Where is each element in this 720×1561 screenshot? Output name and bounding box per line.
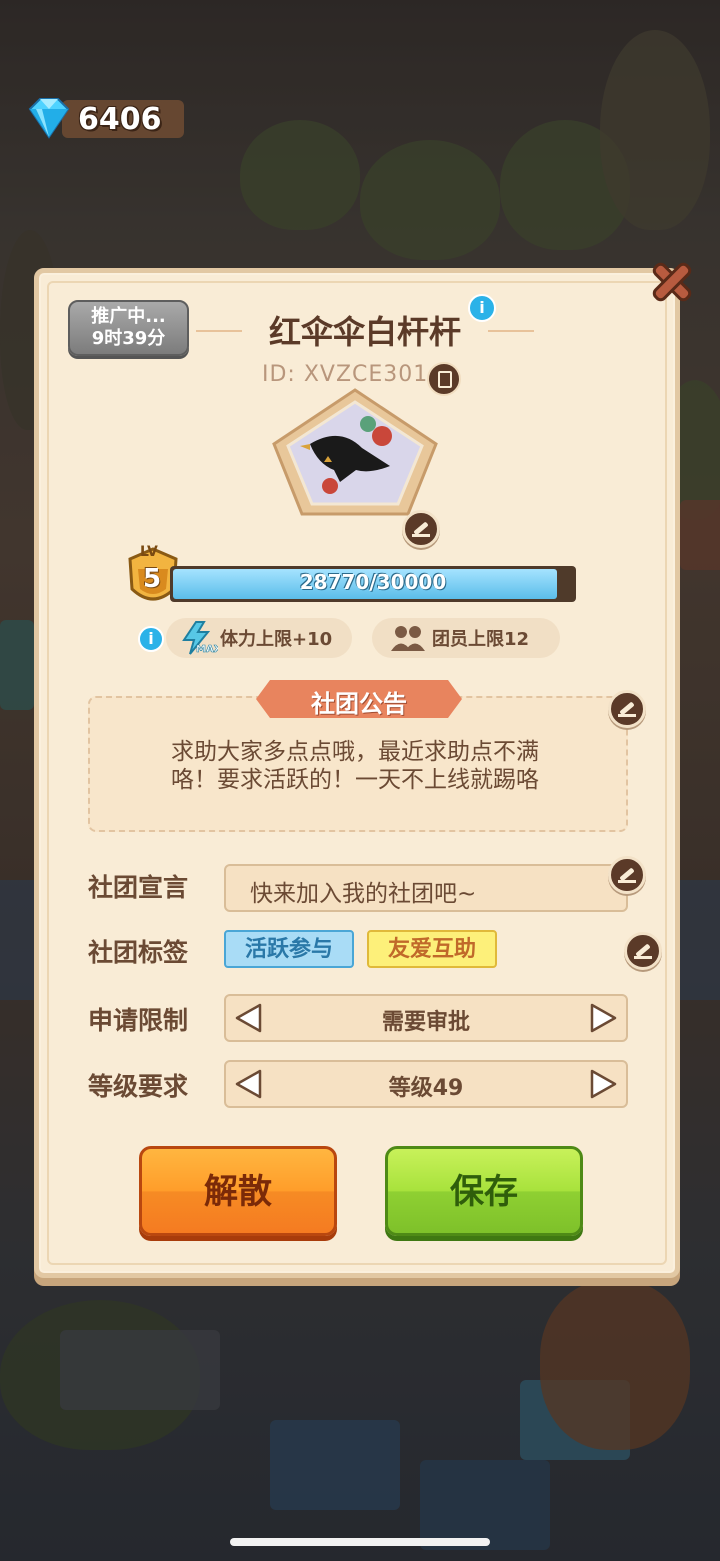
club-xp-text: 28770/30000 — [299, 570, 447, 594]
club-notice-line-2: 咯！要求活跃的！一天不上线就踢咯 — [171, 767, 539, 793]
club-name: 红伞伞白杆杆 — [268, 313, 461, 351]
stamina-max-icon: MAX — [182, 621, 218, 655]
level-req-label: 等级要求 — [88, 1072, 189, 1101]
club-id: ID: XVZCE301 — [262, 362, 429, 387]
save-button-label: 保存 — [450, 1172, 518, 1212]
apply-limit-stepper: 需要审批 — [224, 994, 628, 1042]
disband-button[interactable]: 解散 — [139, 1146, 337, 1236]
perk-stamina-text: 体力上限+10 — [220, 629, 333, 650]
tags-label: 社团标签 — [88, 938, 189, 967]
club-notice-line-1: 求助大家多点点哦，最近求助点不满 — [171, 739, 539, 765]
diamond-amount: 6406 — [78, 101, 162, 137]
diamond-icon — [28, 98, 70, 139]
promotion-time-left: 9时39分 — [91, 328, 166, 349]
edit-notice-icon[interactable] — [608, 690, 646, 728]
perk-members-text: 团员上限12 — [432, 629, 530, 650]
edit-tags-icon[interactable] — [624, 932, 662, 970]
apply-limit-value: 需要审批 — [381, 1010, 470, 1035]
club-notice-text: 求助大家多点点哦，最近求助点不满 咯！要求活跃的！一天不上线就踢咯 — [110, 738, 600, 794]
club-xp-bar: 28770/30000 — [170, 566, 576, 602]
slogan-field[interactable]: 快来加入我的社团吧~ — [224, 864, 628, 912]
slogan-label: 社团宣言 — [88, 873, 189, 902]
perk-stamina: MAX 体力上限+10 — [166, 618, 352, 658]
level-req-stepper: 等级49 — [224, 1060, 628, 1108]
promotion-status: 推广中... — [91, 306, 166, 327]
apply-limit-next-icon[interactable] — [586, 1002, 620, 1034]
apply-limit-prev-icon[interactable] — [232, 1002, 266, 1034]
level-req-prev-icon[interactable] — [232, 1068, 266, 1100]
club-notice-title: 社团公告 — [311, 690, 407, 718]
tag-friendly: 友爱互助 — [367, 930, 497, 968]
club-emblem — [272, 388, 438, 516]
disband-button-label: 解散 — [204, 1172, 272, 1212]
level-req-next-icon[interactable] — [586, 1068, 620, 1100]
level-caption: LV — [140, 544, 158, 560]
perk-members: 团员上限12 — [372, 618, 560, 658]
perks-info-icon[interactable]: i — [138, 626, 164, 652]
apply-limit-label: 申请限制 — [88, 1006, 189, 1035]
diamond-counter[interactable]: 6406 — [22, 96, 184, 142]
club-info-icon[interactable]: i — [468, 294, 496, 322]
home-indicator[interactable] — [230, 1538, 490, 1546]
members-icon — [391, 626, 425, 651]
level-req-value: 等级49 — [388, 1076, 464, 1101]
svg-text:MAX: MAX — [196, 644, 218, 655]
club-level: 5 — [143, 564, 162, 594]
edit-emblem-icon[interactable] — [402, 510, 440, 548]
tag-active: 活跃参与 — [224, 930, 354, 968]
club-notice-header: 社团公告 — [256, 680, 462, 718]
close-icon[interactable] — [644, 254, 700, 310]
promotion-timer-badge[interactable]: 推广中... 9时39分 — [68, 300, 189, 356]
save-button[interactable]: 保存 — [385, 1146, 583, 1236]
edit-slogan-icon[interactable] — [608, 856, 646, 894]
